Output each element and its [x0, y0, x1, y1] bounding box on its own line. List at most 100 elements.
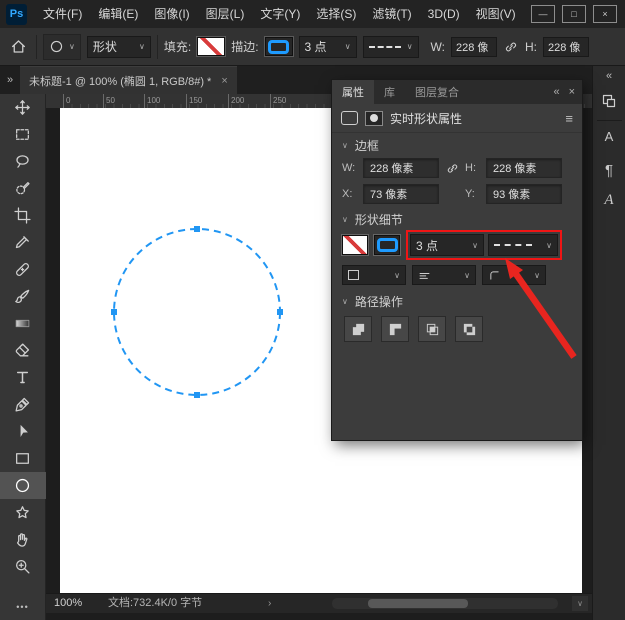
menu-layer[interactable]: 图层(L) — [198, 0, 253, 28]
close-button[interactable]: × — [593, 5, 617, 23]
tab-properties[interactable]: 属性 — [332, 80, 374, 104]
anchor-handle-left[interactable] — [111, 309, 117, 315]
menu-edit[interactable]: 编辑(E) — [90, 0, 146, 28]
gradient-icon — [14, 315, 31, 332]
document-tab[interactable]: 未标题-1 @ 100% (椭圆 1, RGB/8#) * × — [20, 66, 237, 94]
horizontal-scrollbar[interactable] — [332, 598, 558, 609]
panel-menu-icon[interactable]: ≡ — [565, 111, 573, 126]
scroll-down-button[interactable]: ∨ — [572, 596, 588, 611]
menu-image[interactable]: 图像(I) — [146, 0, 197, 28]
toolbar-expand-icon[interactable]: » — [0, 74, 20, 86]
custom-shape-tool[interactable] — [0, 499, 46, 526]
path-operations-section-header[interactable]: ∨ 路径操作 — [332, 289, 582, 311]
shape-stroke-swatch[interactable] — [374, 235, 400, 255]
ellipse-tool-preset[interactable]: ∨ — [43, 34, 81, 60]
chain-link-icon[interactable] — [503, 39, 519, 55]
scrollbar-thumb[interactable] — [368, 599, 468, 608]
marquee-icon — [14, 126, 31, 143]
path-selection-tool[interactable] — [0, 418, 46, 445]
edit-toolbar-icon[interactable]: ••• — [16, 602, 28, 620]
combine-shapes-button[interactable] — [344, 316, 372, 342]
shape-details-section-header[interactable]: ∨ 形状细节 — [332, 207, 582, 229]
paragraph-glyph: ¶ — [605, 162, 613, 179]
eraser-tool[interactable] — [0, 337, 46, 364]
stroke-width-dropdown[interactable]: 3 点 ∨ — [410, 234, 484, 256]
stroke-swatch[interactable] — [265, 37, 293, 56]
tab-libraries[interactable]: 库 — [374, 80, 405, 104]
ellipse-tool[interactable] — [0, 472, 46, 499]
tools-panel: ••• — [0, 94, 46, 620]
status-expand-icon[interactable]: › — [268, 594, 271, 613]
height-field[interactable]: 228 像 — [543, 37, 589, 57]
menu-3d[interactable]: 3D(D) — [420, 0, 468, 28]
tab-close-icon[interactable]: × — [221, 75, 227, 87]
prop-x-label: X: — [342, 188, 358, 200]
chevron-down-icon: ∨ — [139, 42, 145, 51]
home-button[interactable] — [6, 35, 30, 59]
dock-collapse-icon[interactable]: « — [606, 66, 612, 86]
stroke-cap-dropdown[interactable]: ∨ — [412, 265, 476, 285]
chain-link-icon[interactable] — [444, 160, 460, 176]
prop-y-field[interactable]: 93 像素 — [486, 184, 562, 204]
anchor-handle-bottom[interactable] — [194, 392, 200, 398]
glyphs-panel-icon[interactable]: A — [593, 185, 625, 215]
menu-filter[interactable]: 滤镜(T) — [364, 0, 419, 28]
rectangle-tool[interactable] — [0, 445, 46, 472]
stroke-width-dropdown[interactable]: 3 点 ∨ — [299, 36, 357, 58]
minimize-button[interactable]: — — [531, 5, 555, 23]
exclude-shapes-button[interactable] — [455, 316, 483, 342]
stroke-dash-dropdown[interactable]: ∨ — [363, 36, 419, 58]
home-icon — [10, 38, 27, 55]
intersect-shapes-button[interactable] — [418, 316, 446, 342]
move-tool[interactable] — [0, 94, 46, 121]
quick-selection-tool[interactable] — [0, 175, 46, 202]
paragraph-panel-icon[interactable]: ¶ — [593, 155, 625, 185]
shape-mask-icon — [365, 111, 383, 126]
character-panel-icon[interactable]: A — [593, 125, 625, 155]
width-label: W: — [431, 40, 445, 54]
spot-healing-tool[interactable] — [0, 256, 46, 283]
anchor-handle-right[interactable] — [277, 309, 283, 315]
prop-x-field[interactable]: 73 像素 — [363, 184, 439, 204]
panel-stack-icon[interactable] — [593, 86, 625, 116]
maximize-button[interactable]: □ — [562, 5, 586, 23]
rectangular-marquee-tool[interactable] — [0, 121, 46, 148]
eyedropper-tool[interactable] — [0, 229, 46, 256]
menu-select[interactable]: 选择(S) — [308, 0, 364, 28]
stroke-align-dropdown[interactable]: ∨ — [342, 265, 406, 285]
lasso-icon — [14, 153, 31, 170]
panel-close-icon[interactable]: × — [569, 86, 575, 98]
ruler-tick: 250 — [270, 94, 286, 108]
hand-tool[interactable] — [0, 526, 46, 553]
zoom-level[interactable]: 100% — [54, 594, 82, 613]
stroke-dash-dropdown[interactable]: ∨ — [488, 234, 558, 256]
prop-w-field[interactable]: 228 像素 — [363, 158, 439, 178]
panel-collapse-icon[interactable]: « — [553, 86, 559, 98]
panel-tab-bar: 属性 库 图层复合 « × — [332, 80, 582, 104]
prop-w-label: W: — [342, 162, 358, 174]
pen-tool[interactable] — [0, 391, 46, 418]
menu-type[interactable]: 文字(Y) — [252, 0, 308, 28]
width-field[interactable]: 228 像 — [451, 37, 497, 57]
subtract-shape-button[interactable] — [381, 316, 409, 342]
fill-swatch[interactable] — [197, 37, 225, 56]
anchor-handle-top[interactable] — [194, 226, 200, 232]
text-tool[interactable] — [0, 364, 46, 391]
chevron-down-icon: ∨ — [69, 42, 75, 51]
bounds-section-header[interactable]: ∨ 边框 — [332, 133, 582, 155]
lasso-tool[interactable] — [0, 148, 46, 175]
menu-view[interactable]: 视图(V) — [468, 0, 524, 28]
menu-file[interactable]: 文件(F) — [35, 0, 90, 28]
brush-tool[interactable] — [0, 283, 46, 310]
zoom-tool[interactable] — [0, 553, 46, 580]
crop-tool[interactable] — [0, 202, 46, 229]
eraser-icon — [14, 342, 31, 359]
ellipse-shape[interactable] — [114, 229, 280, 395]
window-controls: — □ × — [531, 5, 617, 23]
prop-h-field[interactable]: 228 像素 — [486, 158, 562, 178]
tab-layer-comps[interactable]: 图层复合 — [405, 80, 469, 104]
tool-mode-dropdown[interactable]: 形状 ∨ — [87, 36, 151, 58]
shape-fill-swatch[interactable] — [342, 235, 368, 255]
stroke-corner-dropdown[interactable]: ∨ — [482, 265, 546, 285]
gradient-tool[interactable] — [0, 310, 46, 337]
